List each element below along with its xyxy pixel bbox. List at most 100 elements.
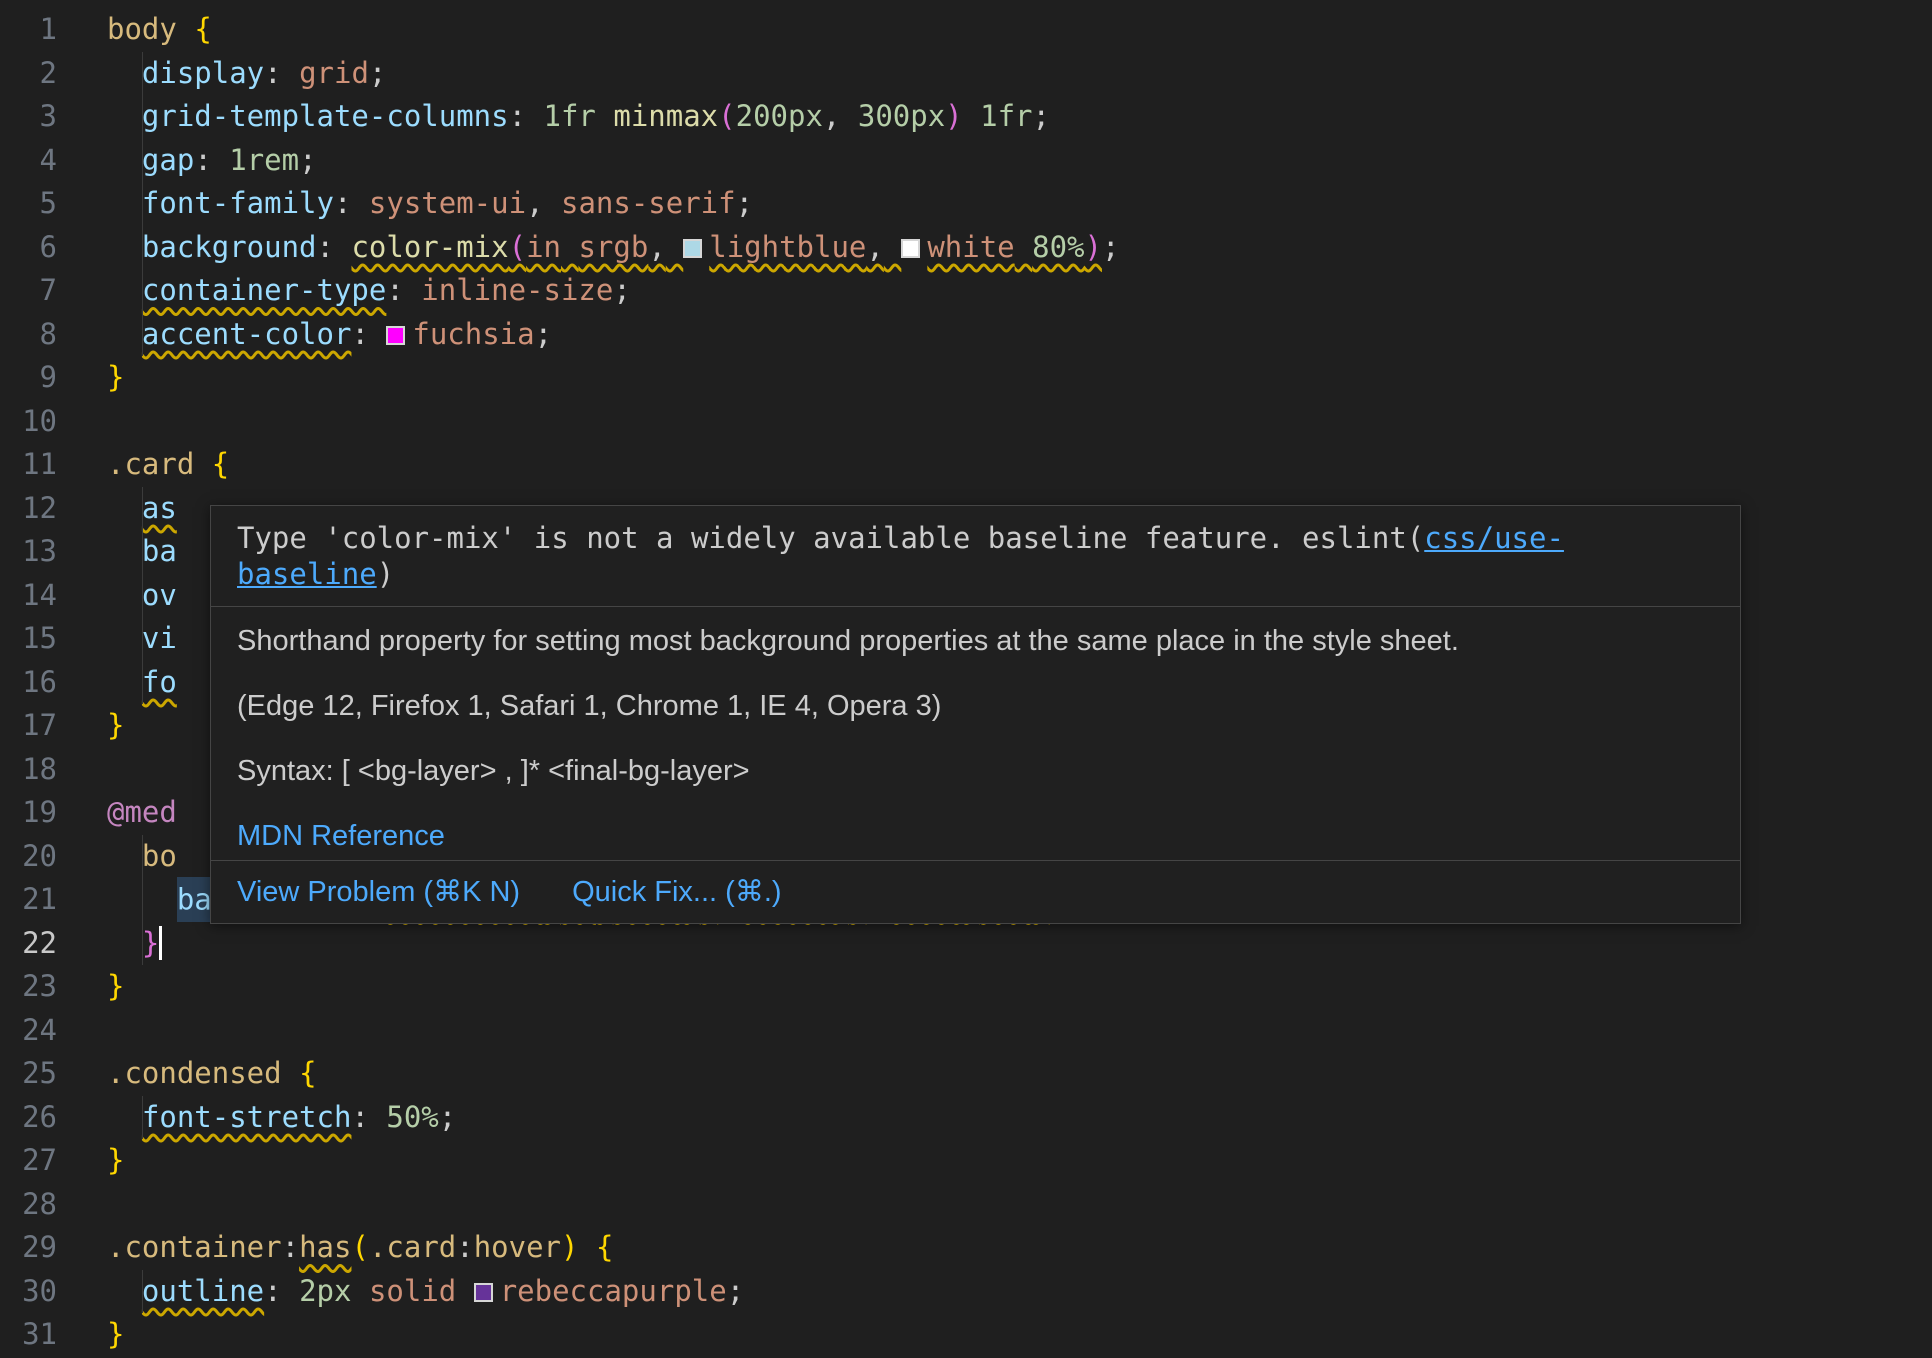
line-content[interactable]: .condensed { <box>57 1052 1932 1096</box>
code-line[interactable]: 5 font-family: system-ui, sans-serif; <box>0 182 1932 226</box>
mdn-reference-link[interactable]: MDN Reference <box>237 820 445 852</box>
line-number: 26 <box>0 1096 57 1140</box>
code-token: accent-color <box>142 317 352 351</box>
line-content[interactable]: .container:has(.card:hover) { <box>57 1226 1932 1270</box>
line-content[interactable]: display: grid; <box>57 52 1932 96</box>
color-swatch[interactable] <box>474 1283 493 1302</box>
line-content[interactable]: container-type: inline-size; <box>57 269 1932 313</box>
code-token: display <box>142 56 264 90</box>
tooltip-syntax: Syntax: [ <bg-layer> , ]* <final-bg-laye… <box>237 753 1714 789</box>
code-line[interactable]: 1body { <box>0 8 1932 52</box>
code-token: ) <box>945 99 962 133</box>
line-number: 29 <box>0 1226 57 1270</box>
line-number: 30 <box>0 1270 57 1314</box>
code-token: , <box>866 230 883 264</box>
text-cursor <box>159 926 162 960</box>
code-token: ( <box>509 230 526 264</box>
line-content[interactable]: grid-template-columns: 1fr minmax(200px,… <box>57 95 1932 139</box>
code-line[interactable]: 10 <box>0 400 1932 444</box>
line-content[interactable] <box>57 1183 1932 1227</box>
code-line[interactable]: 23} <box>0 965 1932 1009</box>
headline-source-suffix: ) <box>377 557 394 591</box>
line-content[interactable]: } <box>57 922 1932 966</box>
code-token: ; <box>299 143 316 177</box>
code-token: ) <box>1085 230 1102 264</box>
code-token: fo <box>142 665 177 699</box>
code-line[interactable]: 30 outline: 2px solid rebeccapurple; <box>0 1270 1932 1314</box>
code-token: ov <box>142 578 177 612</box>
line-content[interactable]: accent-color: fuchsia; <box>57 313 1932 357</box>
line-number: 22 <box>0 922 57 966</box>
line-content[interactable]: outline: 2px solid rebeccapurple; <box>57 1270 1932 1314</box>
line-content[interactable]: } <box>57 1139 1932 1183</box>
code-line[interactable]: 6 background: color-mix(in srgb, lightbl… <box>0 226 1932 270</box>
code-token: .container <box>107 1230 282 1264</box>
code-token <box>107 621 142 655</box>
code-line[interactable]: 2 display: grid; <box>0 52 1932 96</box>
code-token: : <box>386 273 403 307</box>
line-content[interactable]: .card { <box>57 443 1932 487</box>
view-problem-link[interactable]: View Problem (⌘K N) <box>237 874 520 910</box>
tooltip-actions: View Problem (⌘K N) Quick Fix... (⌘.) <box>211 861 1740 923</box>
warning-squiggle-range: as <box>142 491 177 525</box>
line-content[interactable]: font-stretch: 50%; <box>57 1096 1932 1140</box>
color-swatch[interactable] <box>386 326 405 345</box>
line-content[interactable]: } <box>57 356 1932 400</box>
code-line[interactable]: 25.condensed { <box>0 1052 1932 1096</box>
line-number: 10 <box>0 400 57 444</box>
line-content[interactable]: body { <box>57 8 1932 52</box>
code-token: : <box>194 143 211 177</box>
code-line[interactable]: 7 container-type: inline-size; <box>0 269 1932 313</box>
code-token: ; <box>1102 230 1119 264</box>
code-line[interactable]: 11.card { <box>0 443 1932 487</box>
line-number: 21 <box>0 878 57 922</box>
code-line[interactable]: 27} <box>0 1139 1932 1183</box>
code-token: : <box>509 99 526 133</box>
quick-fix-link[interactable]: Quick Fix... (⌘.) <box>572 874 781 910</box>
line-number: 6 <box>0 226 57 270</box>
line-content[interactable] <box>57 400 1932 444</box>
code-token: outline <box>142 1274 264 1308</box>
code-line[interactable]: 31} <box>0 1313 1932 1357</box>
code-editor[interactable]: 1body {2 display: grid;3 grid-template-c… <box>0 0 1932 1358</box>
line-content[interactable]: } <box>57 1313 1932 1357</box>
line-number: 28 <box>0 1183 57 1227</box>
color-swatch[interactable] <box>901 239 920 258</box>
color-swatch[interactable] <box>683 239 702 258</box>
code-token: } <box>107 1143 124 1177</box>
line-content[interactable]: gap: 1rem; <box>57 139 1932 183</box>
code-line[interactable]: 8 accent-color: fuchsia; <box>0 313 1932 357</box>
code-line[interactable]: 4 gap: 1rem; <box>0 139 1932 183</box>
line-number: 12 <box>0 487 57 531</box>
code-line[interactable]: 29.container:has(.card:hover) { <box>0 1226 1932 1270</box>
code-token: ; <box>439 1100 456 1134</box>
code-token: srgb <box>578 230 648 264</box>
line-number: 5 <box>0 182 57 226</box>
code-line[interactable]: 3 grid-template-columns: 1fr minmax(200p… <box>0 95 1932 139</box>
code-token: } <box>107 708 124 742</box>
hover-tooltip: Type 'color-mix' is not a widely availab… <box>210 505 1741 924</box>
code-line[interactable]: 28 <box>0 1183 1932 1227</box>
line-content[interactable]: background: color-mix(in srgb, lightblue… <box>57 226 1932 270</box>
code-token: : <box>264 56 281 90</box>
code-token <box>107 665 142 699</box>
line-number: 3 <box>0 95 57 139</box>
code-token <box>107 56 142 90</box>
warning-squiggle-range: has <box>299 1230 351 1264</box>
line-content[interactable]: font-family: system-ui, sans-serif; <box>57 182 1932 226</box>
warning-squiggle-range: fo <box>142 665 177 699</box>
indent-guide <box>142 661 143 705</box>
code-token: 1fr <box>544 99 596 133</box>
code-token <box>212 143 229 177</box>
code-line[interactable]: 9} <box>0 356 1932 400</box>
code-token <box>107 578 142 612</box>
code-line[interactable]: 22 } <box>0 922 1932 966</box>
code-line[interactable]: 26 font-stretch: 50%; <box>0 1096 1932 1140</box>
code-token: : <box>282 1230 299 1264</box>
code-token: } <box>107 1317 124 1351</box>
indent-guide <box>142 530 143 574</box>
line-content[interactable]: } <box>57 965 1932 1009</box>
line-number: 19 <box>0 791 57 835</box>
line-content[interactable] <box>57 1009 1932 1053</box>
code-line[interactable]: 24 <box>0 1009 1932 1053</box>
